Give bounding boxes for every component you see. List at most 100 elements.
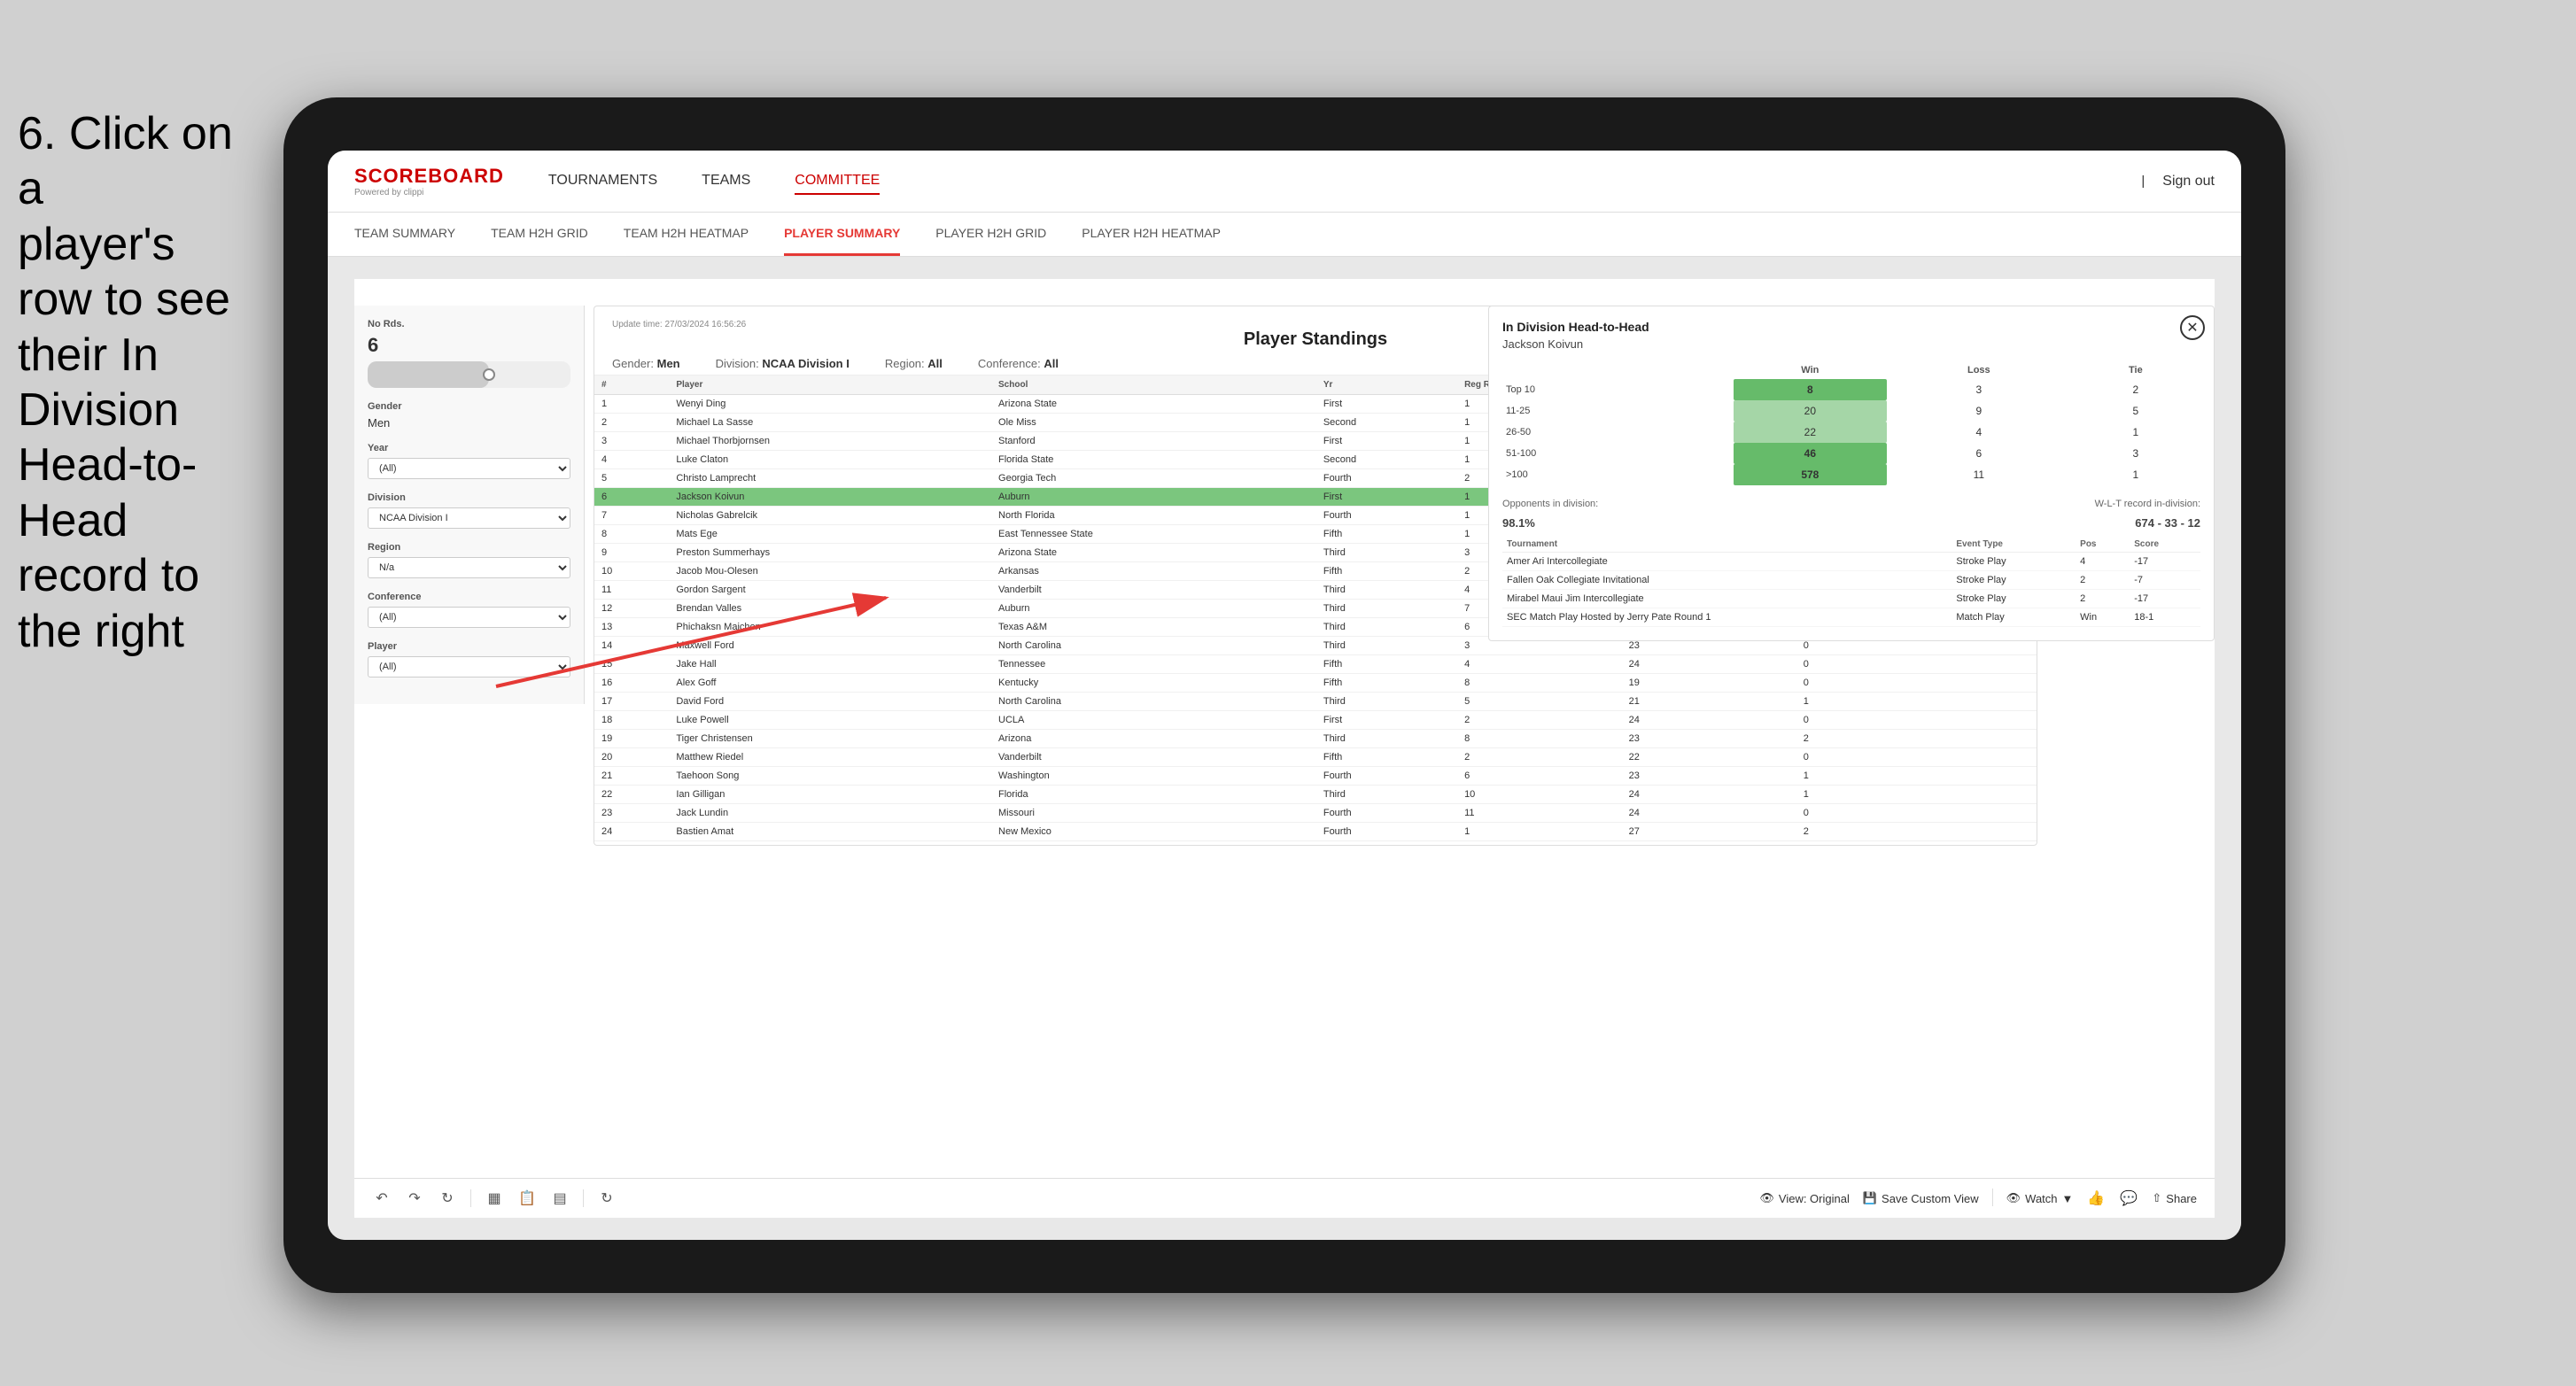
format-icon[interactable]: ▤ (550, 1189, 570, 1208)
nav-right: | Sign out (2141, 169, 2215, 194)
sign-out-button[interactable]: Sign out (2162, 169, 2215, 194)
save-icon: 💾 (1863, 1191, 1877, 1205)
cell-win (1946, 841, 2037, 846)
cell-yr: First (1316, 432, 1457, 451)
filter-conference: Conference (All) (368, 592, 570, 628)
cell-school: New Mexico (991, 823, 1316, 841)
cell-school: North Carolina (991, 693, 1316, 711)
comment-icon[interactable]: 💬 (2119, 1189, 2138, 1208)
table-row[interactable]: 18 Luke Powell UCLA First 2 24 0 (594, 711, 2037, 730)
cell-rds: 2 (1796, 823, 1946, 841)
cell-yr: Third (1316, 730, 1457, 748)
sub-nav-player-h2h-grid[interactable]: PLAYER H2H GRID (935, 213, 1046, 256)
t-col-tournament: Tournament (1502, 537, 1951, 553)
cell-yr: Third (1316, 600, 1457, 618)
table-row[interactable]: 23 Jack Lundin Missouri Fourth 11 24 0 (594, 804, 2037, 823)
cell-player: Gordon Sargent (669, 581, 991, 600)
table-row[interactable]: 17 David Ford North Carolina Third 5 21 … (594, 693, 2037, 711)
conference-dropdown[interactable]: (All) (368, 607, 570, 628)
cell-player: Cole Sherwood (669, 841, 991, 846)
cell-player: Nicholas Gabrelcik (669, 507, 991, 525)
cell-yr: Third (1316, 581, 1457, 600)
t-col-score: Score (2130, 537, 2200, 553)
thumbs-icon[interactable]: 👍 (2086, 1189, 2106, 1208)
h2h-rank-label: Top 10 (1502, 379, 1734, 400)
h2h-win: 8 (1734, 379, 1887, 400)
h2h-row: >100 578 11 1 (1502, 464, 2200, 485)
cell-rank: 8 (594, 525, 669, 544)
region-dropdown[interactable]: N/a (368, 557, 570, 578)
year-dropdown[interactable]: (All) (368, 458, 570, 479)
cell-conf: 24 (1622, 786, 1796, 804)
table-row[interactable]: 21 Taehoon Song Washington Fourth 6 23 1 (594, 767, 2037, 786)
cell-rds: 0 (1796, 748, 1946, 767)
nav-divider: | (2141, 174, 2145, 189)
share-btn[interactable]: ⇧ Share (2152, 1189, 2197, 1208)
no-rds-section: No Rds. 6 (368, 319, 570, 388)
sub-nav-team-summary[interactable]: TEAM SUMMARY (354, 213, 455, 256)
cell-reg: 1 (1457, 823, 1622, 841)
watch-btn[interactable]: 👁 Watch ▼ (2006, 1189, 2074, 1208)
cell-school: North Carolina (991, 637, 1316, 655)
cell-school: Arizona (991, 730, 1316, 748)
sub-nav-player-h2h-heatmap[interactable]: PLAYER H2H HEATMAP (1082, 213, 1221, 256)
player-dropdown[interactable]: (All) (368, 656, 570, 678)
redo-icon[interactable]: ↷ (405, 1189, 424, 1208)
table-row[interactable]: 25 Cole Sherwood Vanderbilt Third 12 23 … (594, 841, 2037, 846)
nav-teams[interactable]: TEAMS (702, 168, 750, 195)
h2h-panel: ✕ In Division Head-to-Head Jackson Koivu… (1488, 306, 2215, 641)
reset-icon[interactable]: ↻ (438, 1189, 457, 1208)
cell-player: Taehoon Song (669, 767, 991, 786)
wl-record: 674 - 33 - 12 (2135, 516, 2200, 530)
t-pos: Win (2076, 608, 2130, 627)
t-score: -17 (2130, 590, 2200, 608)
save-custom-btn[interactable]: 💾 Save Custom View (1863, 1189, 1979, 1208)
cell-yr: Fourth (1316, 767, 1457, 786)
cell-rank: 19 (594, 730, 669, 748)
sub-nav-team-h2h-heatmap[interactable]: TEAM H2H HEATMAP (624, 213, 749, 256)
h2h-loss: 6 (1887, 443, 2071, 464)
t-type: Match Play (1951, 608, 2076, 627)
watch-arrow: ▼ (2062, 1192, 2074, 1205)
division-dropdown[interactable]: NCAA Division I (368, 507, 570, 529)
cell-reg: 12 (1457, 841, 1622, 846)
cell-conf: 24 (1622, 711, 1796, 730)
nav-tournaments[interactable]: TOURNAMENTS (548, 168, 657, 195)
cell-rank: 9 (594, 544, 669, 562)
cell-rank: 16 (594, 674, 669, 693)
sub-nav-team-h2h-grid[interactable]: TEAM H2H GRID (491, 213, 588, 256)
h2h-close-button[interactable]: ✕ (2180, 315, 2205, 340)
undo-icon[interactable]: ↶ (372, 1189, 392, 1208)
cell-reg: 10 (1457, 786, 1622, 804)
no-rds-value: 6 (368, 334, 570, 357)
table-row[interactable]: 19 Tiger Christensen Arizona Third 8 23 … (594, 730, 2037, 748)
toolbar-right: 👁 View: Original 💾 Save Custom View 👁 Wa… (1759, 1189, 2197, 1208)
tournament-row: Mirabel Maui Jim Intercollegiate Stroke … (1502, 590, 2200, 608)
player-label: Player (368, 641, 570, 652)
copy-icon[interactable]: ▦ (485, 1189, 504, 1208)
cell-reg: 4 (1457, 655, 1622, 674)
cell-yr: Third (1316, 693, 1457, 711)
paste-icon[interactable]: 📋 (517, 1189, 537, 1208)
refresh-icon[interactable]: ↻ (597, 1189, 617, 1208)
logo-scoreboard: SCOREBOARD (354, 165, 504, 188)
table-row[interactable]: 16 Alex Goff Kentucky Fifth 8 19 0 (594, 674, 2037, 693)
cell-win (1946, 804, 2037, 823)
view-original-btn[interactable]: 👁 View: Original (1759, 1189, 1849, 1208)
table-row[interactable]: 22 Ian Gilligan Florida Third 10 24 1 (594, 786, 2037, 804)
cell-player: Mats Ege (669, 525, 991, 544)
cell-school: North Florida (991, 507, 1316, 525)
table-row[interactable]: 24 Bastien Amat New Mexico Fourth 1 27 2 (594, 823, 2037, 841)
cell-yr: Fifth (1316, 562, 1457, 581)
filter-gender: Gender Men (368, 401, 570, 430)
gender-filter: Gender: Men (612, 357, 680, 370)
sub-nav-player-summary[interactable]: PLAYER SUMMARY (784, 213, 900, 256)
cell-rds: 2 (1796, 730, 1946, 748)
nav-committee[interactable]: COMMITTEE (795, 168, 880, 195)
cell-yr: Fourth (1316, 507, 1457, 525)
tournament-header-row: Tournament Event Type Pos Score (1502, 537, 2200, 553)
table-row[interactable]: 20 Matthew Riedel Vanderbilt Fifth 2 22 … (594, 748, 2037, 767)
table-row[interactable]: 15 Jake Hall Tennessee Fifth 4 24 0 (594, 655, 2037, 674)
cell-school: Auburn (991, 600, 1316, 618)
cell-rds: 0 (1796, 804, 1946, 823)
